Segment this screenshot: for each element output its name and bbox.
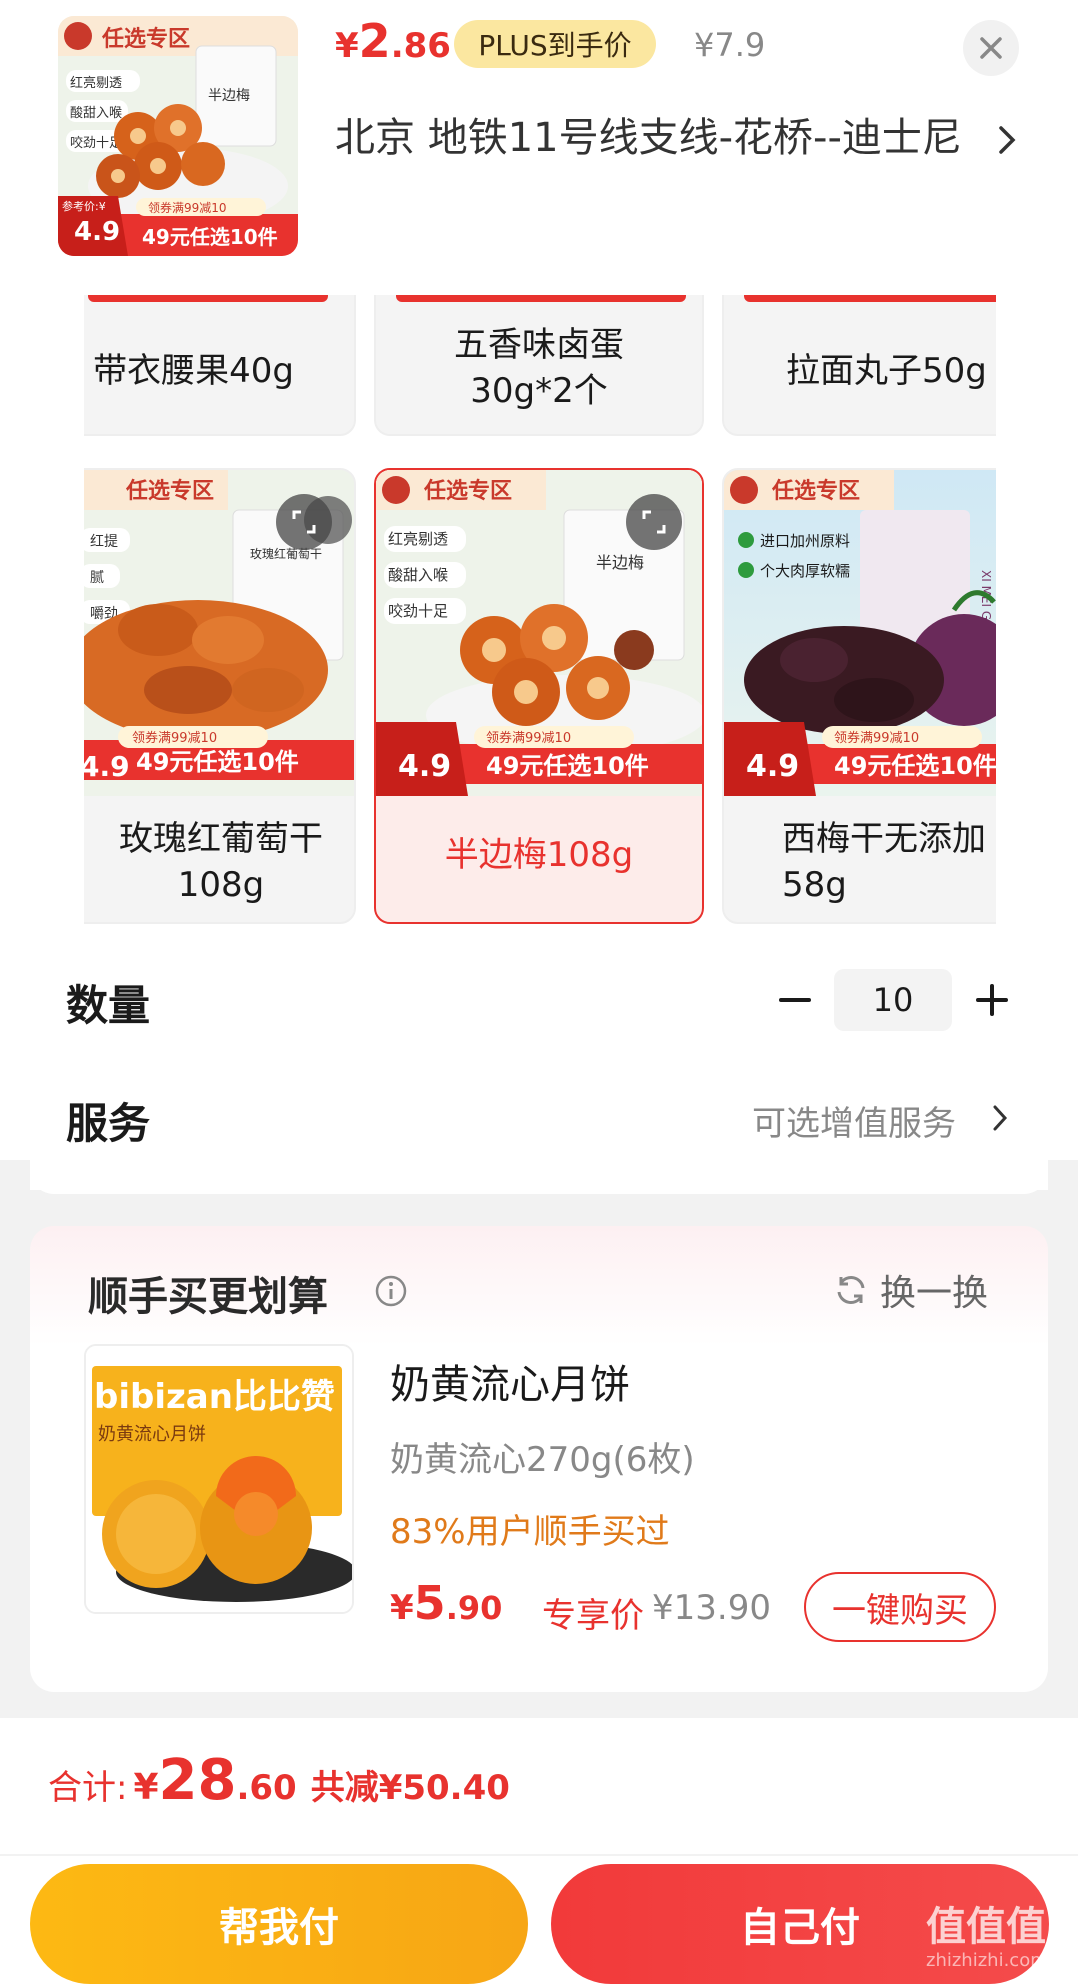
expand-image-button[interactable] — [276, 494, 332, 550]
rec-box-text: 奶黄流心月饼 — [98, 1424, 206, 1445]
sku-option-name: 半边梅108g — [444, 835, 634, 875]
sku-popup-header: 任选专区 红亮剔透 酸甜入喉 咬劲十足 半边梅 参考价:¥ 4.9 领券满99减… — [0, 0, 1078, 295]
one-click-buy-button[interactable]: 一键购买 — [804, 1572, 996, 1642]
scroll-mask-left — [0, 290, 84, 930]
sku-tag: 红提 — [90, 534, 118, 550]
product-thumbnail[interactable]: 任选专区 红亮剔透 酸甜入喉 咬劲十足 半边梅 参考价:¥ 4.9 领券满99减… — [58, 16, 298, 256]
chevron-right-icon[interactable] — [990, 1102, 1010, 1134]
expand-icon — [292, 510, 316, 534]
scroll-mask-right — [996, 290, 1078, 930]
delivery-address[interactable]: 北京 地铁11号线支线-花桥--迪士尼 — [335, 110, 975, 166]
sku-badge: 任选专区 — [771, 478, 860, 504]
swap-button[interactable]: 换一换 — [832, 1264, 988, 1316]
sku-tag: 咬劲十足 — [388, 602, 448, 620]
watermark-logo: 值值值 — [926, 1904, 1046, 1950]
thumb-deal: 49元任选10件 — [142, 225, 278, 249]
quantity-decrement-button[interactable] — [767, 972, 823, 1028]
refresh-icon — [837, 1276, 865, 1304]
thumb-product-label: 半边梅 — [208, 88, 250, 104]
service-label: 服务 — [66, 1099, 151, 1148]
recommendation-title: 顺手买更划算 — [88, 1274, 328, 1320]
minus-icon — [779, 998, 811, 1002]
quantity-label: 数量 — [66, 981, 151, 1030]
checkout-footer: 合计: ¥28.60 共减¥50.40 帮我付 自己付 — [0, 1718, 1078, 1986]
price-currency: ¥ — [335, 26, 359, 66]
sku-tag: 个大肉厚软糯 — [760, 562, 850, 580]
sku-badge: 任选专区 — [423, 478, 512, 504]
sku-coupon: 领券满99减10 — [486, 730, 571, 746]
sku-option-name: 五香味卤蛋 30g*2个 — [454, 325, 624, 411]
quantity-input[interactable]: 10 — [834, 969, 952, 1031]
sku-deal: 49元任选10件 — [834, 752, 997, 780]
plus-price-badge: PLUS到手价 — [454, 20, 656, 68]
price-integer: 2 — [358, 14, 391, 68]
sku-coupon: 领券满99减10 — [834, 730, 919, 746]
sku-deal: 49元任选10件 — [486, 752, 649, 780]
thumb-ref-label: 参考价:¥ — [62, 199, 106, 213]
recommendation-price: ¥5.90 — [390, 1576, 503, 1630]
sku-tag: 酸甜入喉 — [388, 566, 448, 584]
chevron-right-icon[interactable] — [995, 122, 1019, 158]
thumb-tag: 红亮剔透 — [70, 75, 122, 91]
sku-ref-price: 4.9 — [746, 749, 799, 784]
expand-icon — [642, 510, 666, 534]
original-price: ¥7.9 — [694, 26, 766, 64]
thumb-coupon: 领券满99减10 — [148, 200, 227, 215]
recommendation-spec: 奶黄流心270g(6枚) — [390, 1440, 695, 1480]
total-label: 合计: — [48, 1768, 128, 1808]
sku-deal: 49元任选10件 — [136, 748, 299, 776]
plus-price: ¥2.86 — [335, 14, 451, 82]
quantity-increment-button[interactable] — [964, 972, 1020, 1028]
recommendation-card: 顺手买更划算 换一换 bibizan比比赞 奶黄流心月饼 奶黄流心月饼 奶黄流心… — [30, 1226, 1048, 1692]
sku-option-half-plum[interactable]: 任选专区 红亮剔透 酸甜入喉 咬劲十足 半边梅 4.9 领券满99减10 49元… — [374, 468, 704, 924]
order-total: 合计: ¥28.60 共减¥50.40 — [48, 1748, 510, 1813]
sku-coupon: 领券满99减10 — [132, 730, 217, 746]
sku-ref-price: 4.9 — [80, 750, 130, 783]
close-button[interactable] — [963, 20, 1019, 76]
rec-brand-text: bibizan比比赞 — [94, 1377, 335, 1417]
recommendation-original-price: ¥13.90 — [652, 1588, 771, 1628]
recommendation-name[interactable]: 奶黄流心月饼 — [390, 1352, 630, 1410]
price-decimal: .86 — [390, 26, 451, 66]
thumb-badge: 任选专区 — [101, 26, 190, 52]
thumb-ref-price: 4.9 — [74, 217, 120, 247]
recommendation-bought-rate: 83%用户顺手买过 — [390, 1512, 670, 1552]
sku-tag: 腻 — [90, 570, 104, 586]
divider — [0, 1854, 1078, 1856]
sku-tag: 红亮剔透 — [388, 530, 448, 548]
sku-badge: 任选专区 — [125, 478, 214, 504]
service-hint[interactable]: 可选增值服务 — [752, 1096, 956, 1145]
recommendation-image[interactable]: bibizan比比赞 奶黄流心月饼 — [84, 1344, 354, 1614]
info-icon[interactable] — [374, 1274, 408, 1308]
sku-ref-price: 4.9 — [398, 749, 451, 784]
help-me-pay-button[interactable]: 帮我付 — [30, 1864, 528, 1984]
thumb-tag: 酸甜入喉 — [70, 105, 122, 121]
swap-label: 换一换 — [880, 1273, 989, 1314]
watermark-url: zhizhizhi.com — [926, 1950, 1048, 1971]
total-integer: 28 — [158, 1748, 237, 1813]
sku-product-label: 半边梅 — [596, 553, 644, 572]
sku-tag: 进口加州原料 — [760, 532, 850, 550]
expand-image-button[interactable] — [626, 494, 682, 550]
sku-option-image: 任选专区 红亮剔透 酸甜入喉 咬劲十足 半边梅 4.9 领券满99减10 49元… — [376, 470, 702, 796]
close-icon — [980, 37, 1002, 59]
sku-option-egg[interactable]: 49元任选10件 五香味卤蛋 30g*2个 — [374, 290, 704, 436]
exclusive-price-label: 专享价 — [542, 1596, 644, 1636]
plus-icon — [976, 984, 1008, 1016]
total-saved: 共减¥50.40 — [310, 1768, 510, 1808]
